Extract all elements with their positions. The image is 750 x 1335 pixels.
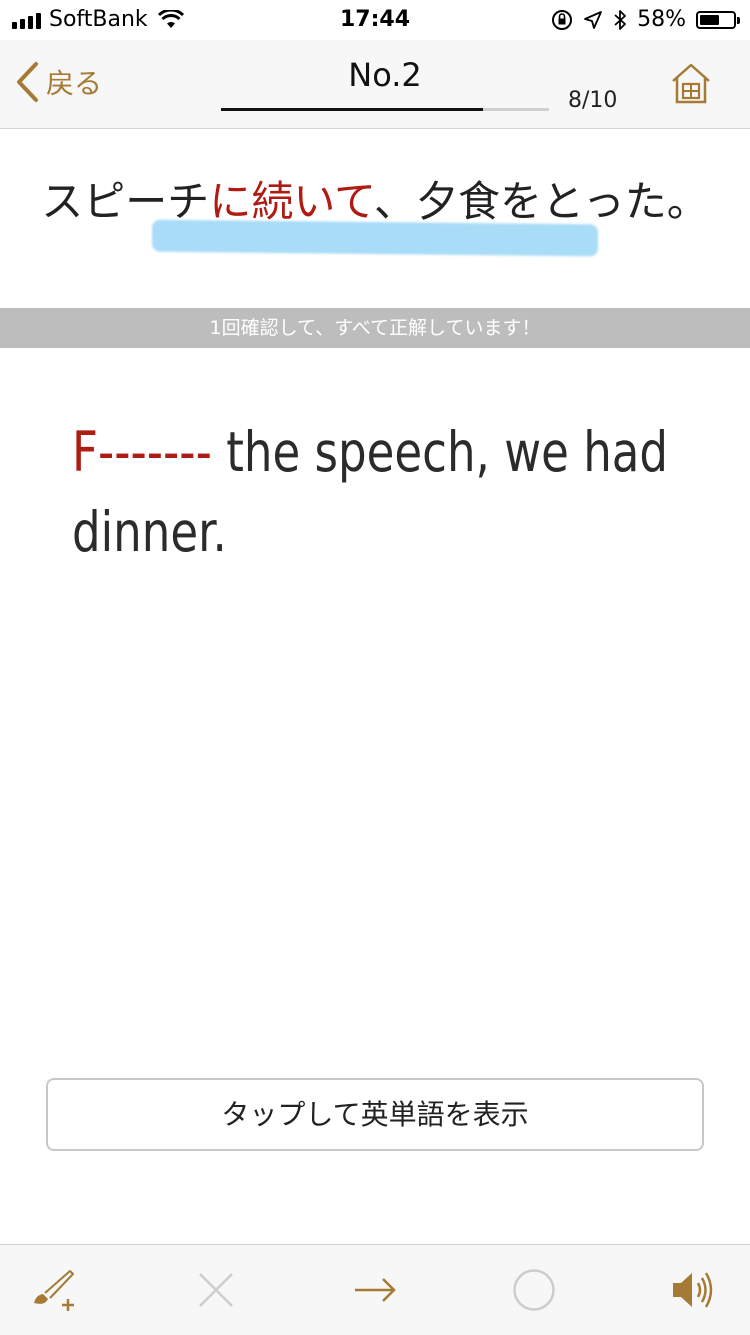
next-button[interactable] — [350, 1265, 400, 1315]
correct-button[interactable] — [509, 1265, 559, 1315]
question-pre: スピーチ — [41, 177, 210, 226]
answer-blank: F------- — [72, 420, 212, 484]
page-title: No.2 — [348, 56, 422, 94]
bottom-toolbar — [0, 1244, 750, 1335]
question-sentence: スピーチに続いて、夕食をとった。 — [0, 168, 750, 229]
location-icon — [584, 10, 602, 29]
speaker-icon — [673, 1272, 713, 1308]
back-label: 戻る — [46, 67, 103, 100]
progress-fill — [221, 108, 484, 111]
progress-counter: 8/10 — [568, 88, 618, 113]
reveal-word-button[interactable]: タップして英単語を表示 — [46, 1078, 704, 1151]
close-icon — [199, 1273, 233, 1307]
brush-add-icon — [34, 1270, 74, 1311]
battery-fill — [700, 14, 719, 25]
back-button[interactable]: 戻る — [14, 60, 102, 104]
status-right: 58% — [551, 7, 740, 32]
answer-sentence: F------- the speech, we had dinner. — [72, 412, 695, 572]
battery-percent: 58% — [637, 7, 686, 32]
chevron-left-icon — [17, 62, 38, 102]
orientation-lock-icon — [552, 9, 573, 30]
status-banner: 1回確認して、すべて正解しています！ — [0, 308, 750, 348]
home-icon — [672, 63, 710, 104]
navigation-bar: 戻る No.2 8/10 — [0, 40, 750, 129]
wrong-button[interactable] — [191, 1265, 241, 1315]
arrow-right-icon — [355, 1278, 396, 1302]
question-post: 、夕食をとった。 — [373, 177, 709, 226]
battery-icon — [696, 10, 740, 29]
audio-button[interactable] — [668, 1265, 718, 1315]
question-highlight: に続いて — [209, 177, 374, 226]
hidden-hint-bar[interactable] — [152, 219, 598, 257]
circle-icon — [513, 1269, 555, 1311]
bluetooth-icon — [614, 9, 626, 30]
home-button[interactable] — [668, 60, 714, 110]
progress-bar — [221, 108, 549, 111]
add-note-button[interactable] — [30, 1265, 80, 1315]
status-bar: SoftBank 17:44 58% — [0, 0, 750, 40]
